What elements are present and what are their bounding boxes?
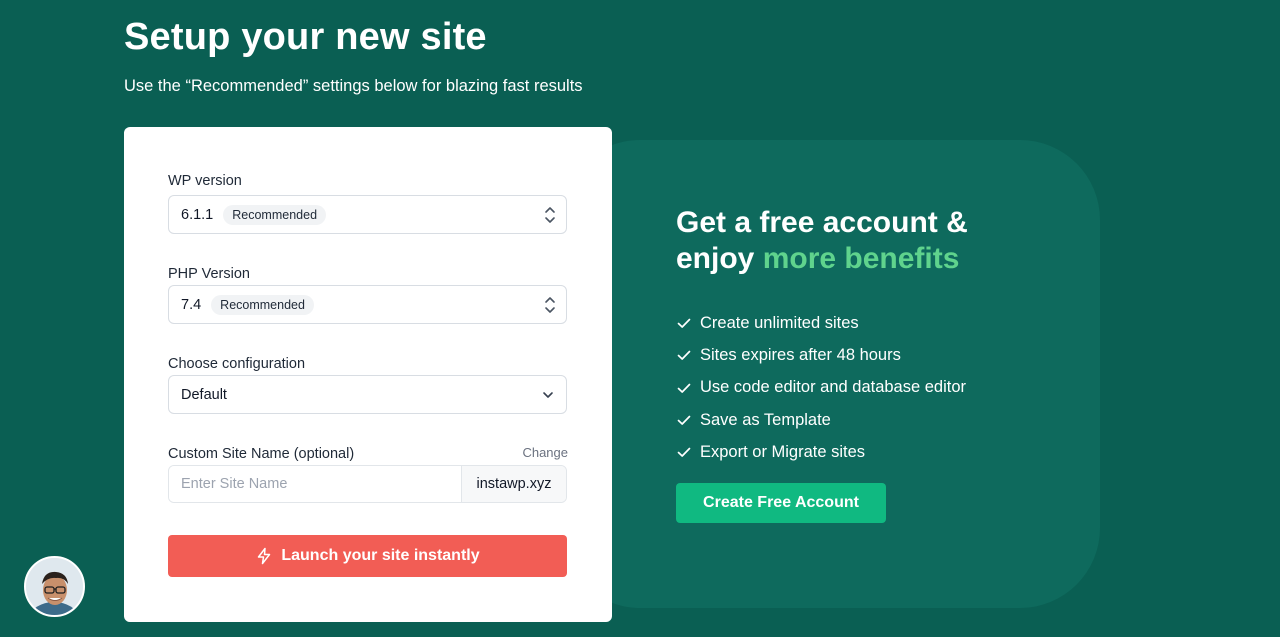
benefit-text: Use code editor and database editor	[700, 378, 967, 397]
create-free-account-button[interactable]: Create Free Account	[676, 483, 886, 523]
setup-form-card: WP version 6.1.1 Recommended PHP Version…	[124, 127, 612, 622]
domain-suffix: instawp.xyz	[461, 466, 566, 502]
promo-heading-prefix: enjoy	[676, 242, 763, 275]
check-icon	[677, 318, 691, 328]
lightning-icon	[258, 547, 271, 565]
benefit-item: Export or Migrate sites	[676, 436, 966, 468]
promo-heading-line1: Get a free account &	[676, 206, 968, 239]
php-version-select[interactable]: 7.4 Recommended	[168, 285, 567, 324]
wp-version-value: 6.1.1	[181, 206, 214, 223]
check-icon	[677, 447, 691, 458]
benefit-text: Create unlimited sites	[700, 313, 859, 332]
promo-heading-highlight: more benefits	[762, 242, 960, 275]
promo-heading: Get a free account & enjoy more benefits	[676, 205, 968, 277]
benefit-item: Create unlimited sites	[676, 307, 966, 339]
launch-button-label: Launch your site instantly	[281, 547, 480, 564]
check-icon	[677, 415, 691, 425]
configuration-select[interactable]: Default	[168, 375, 567, 414]
site-name-field-group: instawp.xyz	[168, 465, 567, 503]
check-icon	[677, 351, 691, 361]
up-down-arrows-icon	[545, 207, 555, 223]
check-icon	[677, 383, 691, 393]
benefits-list: Create unlimited sites Sites expires aft…	[676, 307, 966, 468]
page-subtitle: Use the “Recommended” settings below for…	[124, 77, 583, 95]
benefit-item: Sites expires after 48 hours	[676, 339, 966, 371]
php-version-value: 7.4	[181, 296, 202, 313]
recommended-badge: Recommended	[211, 294, 314, 315]
site-name-input[interactable]	[169, 466, 461, 502]
benefit-text: Save as Template	[700, 410, 831, 429]
benefit-item: Use code editor and database editor	[676, 372, 966, 404]
benefit-item: Save as Template	[676, 404, 966, 436]
up-down-arrows-icon	[545, 297, 555, 313]
user-avatar[interactable]	[24, 556, 85, 617]
benefit-text: Sites expires after 48 hours	[700, 345, 901, 364]
wp-version-select[interactable]: 6.1.1 Recommended	[168, 195, 567, 234]
avatar-image	[26, 558, 83, 615]
chevron-down-icon	[543, 392, 553, 398]
recommended-badge: Recommended	[223, 204, 327, 225]
wp-version-label: WP version	[168, 173, 242, 189]
promo-heading-line2: enjoy more benefits	[676, 241, 968, 277]
site-name-label: Custom Site Name (optional)	[168, 446, 355, 462]
page-title: Setup your new site	[124, 16, 487, 58]
benefit-text: Export or Migrate sites	[700, 442, 866, 461]
launch-site-button[interactable]: Launch your site instantly	[168, 535, 567, 577]
configuration-value: Default	[181, 386, 227, 403]
change-domain-link[interactable]: Change	[522, 445, 568, 460]
php-version-label: PHP Version	[168, 266, 250, 282]
configuration-label: Choose configuration	[168, 356, 306, 372]
